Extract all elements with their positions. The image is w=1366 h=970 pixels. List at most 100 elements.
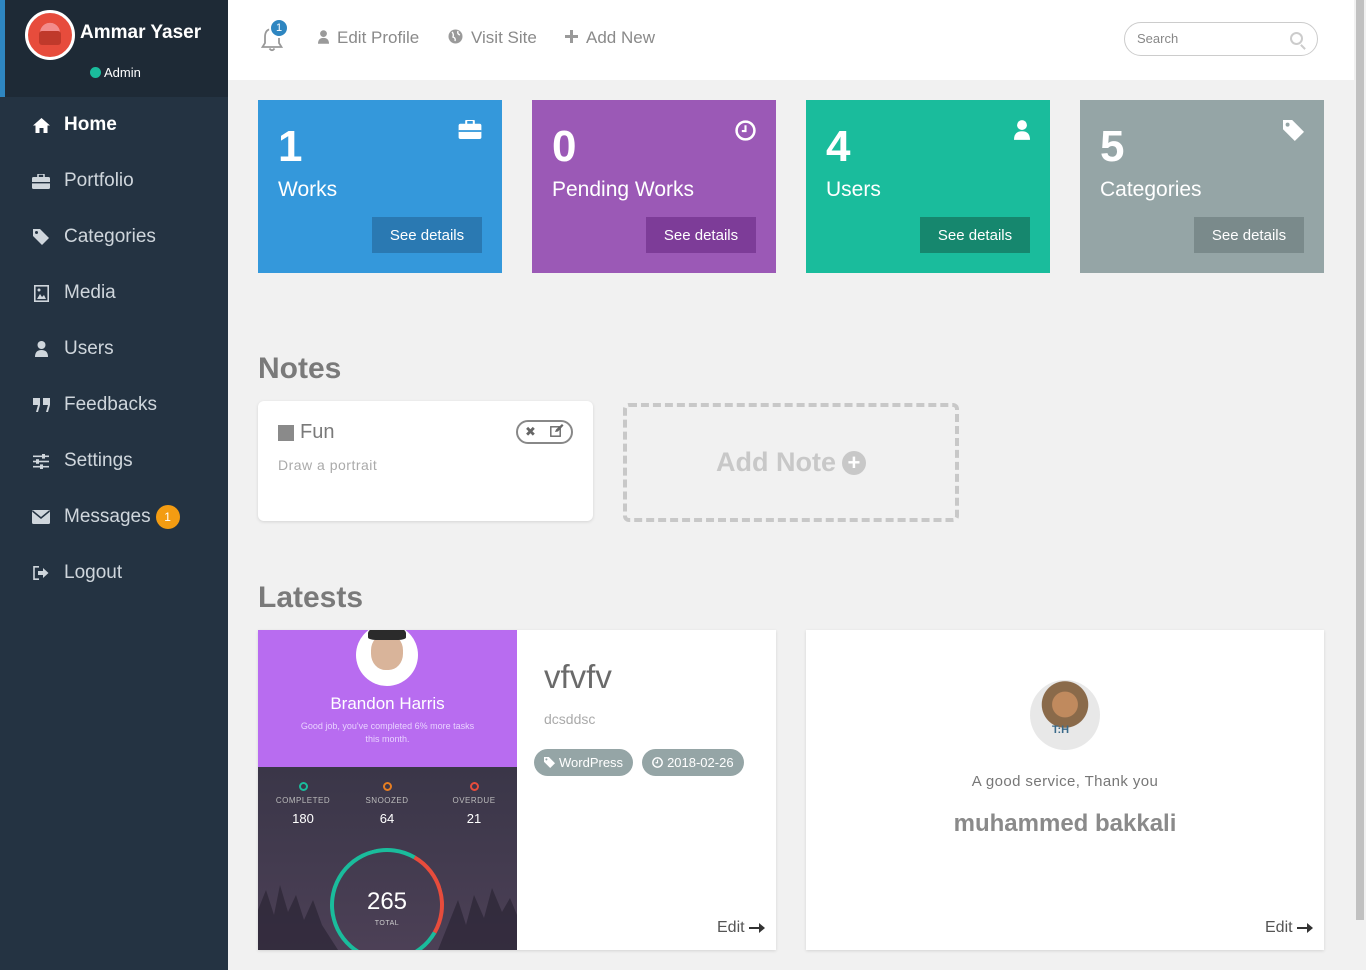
add-note-button[interactable]: Add Note + bbox=[623, 403, 959, 522]
sidebar-item-categories[interactable]: Categories bbox=[0, 209, 228, 265]
visit-site-link[interactable]: Visit Site bbox=[448, 28, 537, 48]
feedback-avatar bbox=[1030, 680, 1100, 750]
stat-card-pending-works: 0 Pending Works See details bbox=[532, 100, 776, 273]
add-note-label: Add Note bbox=[716, 447, 836, 477]
avatar[interactable] bbox=[25, 10, 75, 60]
note-description: Draw a portrait bbox=[278, 457, 378, 473]
work-thumbnail[interactable]: Brandon Harris Good job, you've complete… bbox=[258, 630, 517, 950]
feedback-text: A good service, Thank you bbox=[971, 773, 1159, 790]
sliders-icon bbox=[32, 452, 50, 470]
sidebar-item-messages[interactable]: Messages 1 bbox=[0, 489, 228, 545]
tag-icon bbox=[32, 228, 50, 246]
quote-icon bbox=[32, 396, 50, 414]
notifications-badge: 1 bbox=[269, 18, 289, 38]
stat-value: 180 bbox=[292, 811, 314, 826]
arrow-right-icon bbox=[1296, 923, 1313, 933]
briefcase-icon bbox=[458, 118, 482, 145]
stat-value: 4 bbox=[826, 122, 851, 171]
stat-dot-icon bbox=[298, 782, 308, 791]
note-card: Fun Draw a portrait ✖ bbox=[258, 401, 593, 521]
stat-label: COMPLETED bbox=[275, 796, 331, 805]
plus-icon bbox=[565, 30, 578, 46]
stat-card-users: 4 Users See details bbox=[806, 100, 1050, 273]
home-icon bbox=[32, 116, 50, 134]
category-tag[interactable]: WordPress bbox=[534, 749, 634, 776]
add-new-label: Add New bbox=[586, 28, 655, 47]
see-details-button[interactable]: See details bbox=[646, 217, 756, 253]
sidebar-item-label: Feedbacks bbox=[64, 394, 157, 415]
see-details-button[interactable]: See details bbox=[372, 217, 482, 253]
work-description: dcsddsc bbox=[544, 711, 596, 727]
globe-icon bbox=[448, 29, 463, 47]
sidebar-item-users[interactable]: Users bbox=[0, 321, 228, 377]
thumbnail-stat-completed: COMPLETED 180 bbox=[260, 782, 346, 826]
edit-profile-link[interactable]: Edit Profile bbox=[318, 28, 419, 48]
visit-site-label: Visit Site bbox=[471, 28, 537, 47]
sidebar-item-label: Categories bbox=[64, 226, 156, 247]
page-scrollbar[interactable] bbox=[1354, 0, 1366, 970]
stat-dot-icon bbox=[469, 782, 479, 791]
profile-panel: Ammar Yaser Admin bbox=[0, 0, 228, 97]
edit-work-link[interactable]: Edit bbox=[717, 919, 765, 937]
sidebar-item-media[interactable]: Media bbox=[0, 265, 228, 321]
stat-label: Pending Works bbox=[552, 178, 695, 201]
notifications-button[interactable]: 1 bbox=[260, 18, 289, 52]
edit-note-icon[interactable] bbox=[550, 424, 564, 440]
sidebar-item-label: Settings bbox=[64, 450, 133, 471]
sidebar-item-settings[interactable]: Settings bbox=[0, 433, 228, 489]
category-label: WordPress bbox=[559, 755, 624, 770]
note-title: Fun bbox=[278, 421, 334, 444]
stat-label: Users bbox=[826, 178, 881, 201]
search-icon[interactable] bbox=[1290, 32, 1303, 45]
note-title-text: Fun bbox=[300, 421, 335, 443]
briefcase-icon bbox=[32, 172, 50, 190]
see-details-button[interactable]: See details bbox=[1194, 217, 1304, 253]
sidebar-item-feedbacks[interactable]: Feedbacks bbox=[0, 377, 228, 433]
tag-icon bbox=[544, 757, 555, 768]
add-new-link[interactable]: Add New bbox=[565, 28, 655, 48]
total-value: 265 bbox=[366, 888, 408, 915]
search-box bbox=[1124, 22, 1318, 56]
work-title: vfvfv bbox=[544, 658, 612, 695]
sidebar-item-home[interactable]: Home bbox=[0, 97, 228, 153]
latests-heading: Latests bbox=[258, 581, 364, 614]
stat-value: 1 bbox=[278, 122, 303, 171]
latest-feedback-card: A good service, Thank you muhammed bakka… bbox=[806, 630, 1324, 950]
edit-profile-label: Edit Profile bbox=[337, 28, 420, 47]
date-tag: 2018-02-26 bbox=[642, 749, 744, 776]
stat-card-categories: 5 Categories See details bbox=[1080, 100, 1324, 273]
notes-heading: Notes bbox=[258, 352, 342, 385]
clock-icon bbox=[652, 757, 663, 768]
profile-name: Ammar Yaser bbox=[80, 22, 202, 43]
edit-label: Edit bbox=[1265, 919, 1293, 936]
sidebar: Ammar Yaser Admin Home Portfolio Categor… bbox=[0, 0, 228, 970]
arrow-right-icon bbox=[748, 923, 765, 933]
stat-value: 5 bbox=[1100, 122, 1125, 171]
search-input[interactable] bbox=[1137, 31, 1287, 46]
user-icon bbox=[1014, 120, 1030, 146]
sidebar-item-portfolio[interactable]: Portfolio bbox=[0, 153, 228, 209]
note-icon bbox=[278, 424, 294, 441]
thumbnail-stat-overdue: OVERDUE 21 bbox=[431, 782, 517, 826]
total-label: TOTAL bbox=[374, 920, 400, 927]
date-label: 2018-02-26 bbox=[667, 755, 734, 770]
thumbnail-subtitle: Good job, you've completed 6% more tasks… bbox=[300, 721, 475, 744]
sidebar-item-logout[interactable]: Logout bbox=[0, 545, 228, 601]
see-details-button[interactable]: See details bbox=[920, 217, 1030, 253]
thumbnail-stat-snoozed: SNOOZED 64 bbox=[344, 782, 430, 826]
edit-feedback-link[interactable]: Edit bbox=[1265, 919, 1313, 937]
sidebar-nav: Home Portfolio Categories Media Users Fe… bbox=[0, 97, 228, 601]
scrollbar-thumb[interactable] bbox=[1356, 0, 1364, 920]
stat-label: SNOOZED bbox=[365, 796, 409, 805]
tag-icon bbox=[1283, 120, 1304, 147]
delete-note-icon[interactable]: ✖ bbox=[525, 424, 536, 440]
role-label: Admin bbox=[104, 65, 141, 80]
sidebar-item-label: Media bbox=[64, 282, 116, 303]
image-icon bbox=[32, 284, 50, 302]
work-tags: WordPress 2018-02-26 bbox=[534, 749, 744, 776]
thumbnail-name: Brandon Harris bbox=[330, 694, 445, 713]
stat-label: Categories bbox=[1100, 178, 1202, 201]
stat-dot-icon bbox=[382, 782, 392, 791]
note-actions: ✖ bbox=[516, 420, 573, 444]
sidebar-item-label: Messages bbox=[64, 506, 151, 527]
